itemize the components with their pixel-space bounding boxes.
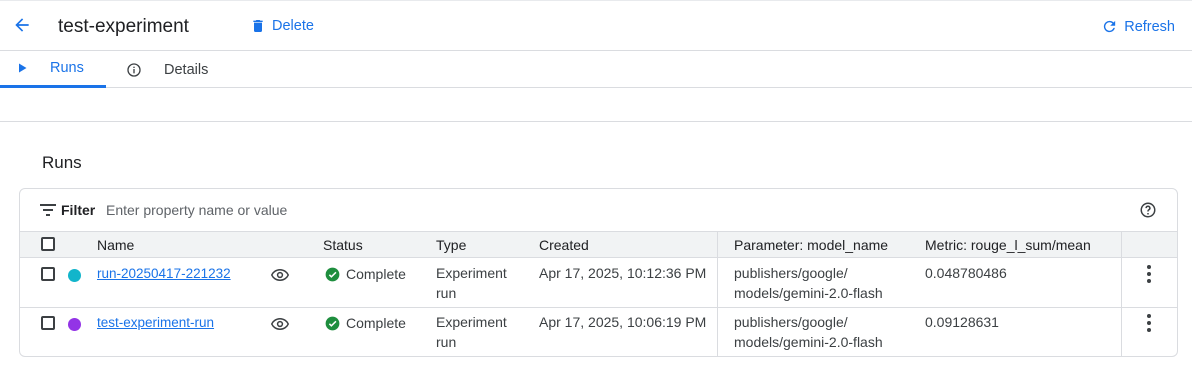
status-badge: Complete	[325, 315, 406, 331]
filter-icon	[40, 204, 56, 216]
section-divider	[0, 121, 1192, 122]
table-row: run-20250417-221232 Complete Experiment …	[20, 259, 1177, 308]
tab-details[interactable]: Details	[126, 51, 208, 88]
run-name-link[interactable]: test-experiment-run	[97, 315, 214, 330]
play-icon	[19, 63, 27, 73]
delete-label: Delete	[272, 18, 314, 34]
created-cell: Apr 17, 2025, 10:06:19 PM	[539, 314, 707, 330]
trash-icon	[253, 20, 263, 32]
table-row: test-experiment-run Complete Experiment …	[20, 308, 1177, 356]
parameter-line: models/gemini-2.0-flash	[734, 334, 883, 350]
eye-icon[interactable]	[271, 268, 289, 282]
delete-button[interactable]: Delete	[250, 18, 314, 34]
select-all-checkbox[interactable]	[41, 237, 55, 251]
refresh-button[interactable]: Refresh	[1101, 18, 1175, 35]
type-line: Experiment	[436, 265, 507, 281]
more-vert-icon[interactable]	[1145, 313, 1153, 333]
page-title: test-experiment	[58, 16, 189, 37]
more-vert-icon[interactable]	[1145, 264, 1153, 284]
check-circle-icon	[325, 267, 340, 281]
column-header-status[interactable]: Status	[323, 237, 363, 253]
run-color-dot	[68, 318, 81, 331]
metric-cell: 0.048780486	[925, 265, 1007, 281]
type-cell: Experiment run	[436, 263, 507, 303]
filter-label: Filter	[61, 202, 96, 218]
table-header: Name Status Type Created Parameter: mode…	[20, 231, 1177, 258]
type-cell: Experiment run	[436, 312, 507, 352]
row-checkbox[interactable]	[41, 316, 55, 330]
section-title: Runs	[42, 153, 82, 172]
help-icon[interactable]	[1139, 201, 1157, 219]
status-text: Complete	[346, 266, 406, 282]
column-header-name[interactable]: Name	[97, 237, 134, 253]
row-checkbox[interactable]	[41, 267, 55, 281]
eye-icon[interactable]	[271, 317, 289, 331]
run-color-dot	[68, 269, 81, 282]
parameter-line: publishers/google/	[734, 314, 848, 330]
tab-bar: Runs Details	[0, 51, 1192, 88]
check-circle-icon	[325, 316, 340, 330]
status-text: Complete	[346, 315, 406, 331]
status-badge: Complete	[325, 266, 406, 282]
filter-bar: Filter	[20, 189, 1177, 231]
runs-table: Filter Name Status Type Created Paramete…	[19, 188, 1178, 357]
arrow-back-icon	[15, 18, 29, 32]
tab-details-label: Details	[164, 61, 209, 78]
back-button[interactable]	[8, 11, 36, 39]
column-header-metric[interactable]: Metric: rouge_l_sum/mean	[925, 237, 1091, 253]
parameter-line: models/gemini-2.0-flash	[734, 285, 883, 301]
info-icon	[127, 62, 141, 77]
refresh-label: Refresh	[1124, 18, 1175, 35]
created-cell: Apr 17, 2025, 10:12:36 PM	[539, 265, 707, 281]
refresh-icon	[1104, 20, 1116, 33]
tab-runs-label: Runs	[50, 60, 84, 76]
column-header-created[interactable]: Created	[539, 237, 589, 253]
type-line: Experiment	[436, 314, 507, 330]
parameter-line: publishers/google/	[734, 265, 848, 281]
metric-cell: 0.09128631	[925, 314, 999, 330]
run-name-link[interactable]: run-20250417-221232	[97, 266, 231, 281]
parameter-cell: publishers/google/ models/gemini-2.0-fla…	[734, 312, 883, 352]
tab-runs[interactable]: Runs	[0, 51, 106, 88]
type-line: run	[436, 285, 457, 301]
filter-input[interactable]	[106, 197, 706, 223]
column-header-type[interactable]: Type	[436, 237, 466, 253]
type-line: run	[436, 334, 457, 350]
parameter-cell: publishers/google/ models/gemini-2.0-fla…	[734, 263, 883, 303]
page-header: test-experiment Delete Refresh	[0, 0, 1192, 51]
column-header-parameter[interactable]: Parameter: model_name	[734, 237, 888, 253]
